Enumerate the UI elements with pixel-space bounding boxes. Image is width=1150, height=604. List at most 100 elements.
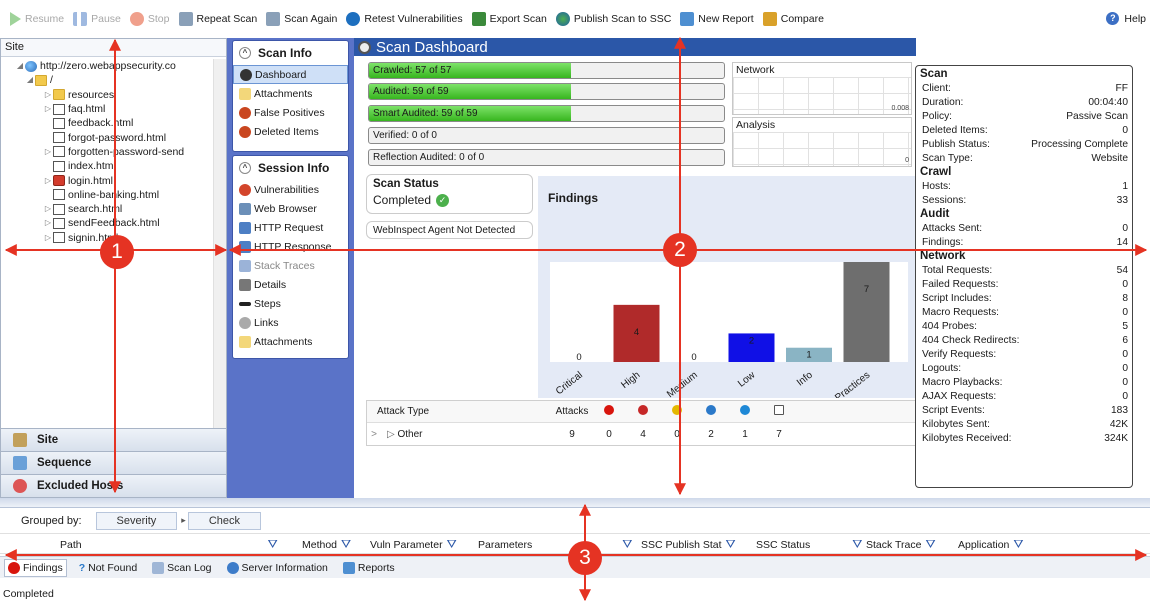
scan-dashboard: Scan Dashboard Crawled: 57 of 57 Audited… [354, 38, 1150, 498]
best-practices-header[interactable] [762, 405, 796, 418]
tree-item[interactable]: ▷ search.html [1, 202, 213, 216]
column-ssc-status[interactable]: SSC Status ⛛ [756, 537, 866, 552]
tab-server-information[interactable]: Server Information [224, 560, 331, 576]
filter-icon[interactable]: ⛛ [852, 537, 862, 552]
attack-type-header[interactable]: Attack Type [367, 406, 552, 417]
chevron-up-icon[interactable]: ^ [239, 47, 251, 59]
tab-scan-log[interactable]: Scan Log [149, 560, 214, 576]
filter-icon[interactable]: ⛛ [447, 537, 457, 552]
column-application[interactable]: Application ⛛ [958, 537, 1048, 552]
tree-item[interactable]: ▷ forgotten-password-send [1, 145, 213, 159]
row-expand-icon[interactable]: > [367, 429, 381, 440]
tab-not-found[interactable]: ? Not Found [76, 560, 140, 576]
tab-excluded-hosts[interactable]: Excluded Hosts [1, 474, 226, 497]
tree-item[interactable]: ◢ / [1, 73, 213, 87]
tree-item[interactable]: forgot-password.html [1, 130, 213, 144]
stat-value: 54 [1116, 265, 1128, 276]
info-icon [740, 405, 750, 415]
column-stack-trace[interactable]: Stack Trace ⛛ [866, 537, 958, 552]
column-method[interactable]: Method ⛛ [300, 537, 370, 552]
tree-item[interactable]: online-banking.html [1, 188, 213, 202]
session-info-header[interactable]: ^ Session Info [233, 156, 348, 180]
nav-links[interactable]: Links [233, 313, 348, 332]
filter-icon[interactable]: ⛛ [622, 537, 632, 552]
column-path[interactable]: Path ⛛ [0, 537, 300, 552]
repeat-scan-button[interactable]: Repeat Scan [178, 12, 257, 26]
tree-item[interactable]: ◢ http://zero.webappsecurity.co [1, 59, 213, 73]
tick-label: High [619, 370, 642, 391]
collapse-icon[interactable]: ▷ [43, 174, 53, 188]
filter-icon[interactable]: ⛛ [1013, 537, 1023, 552]
column-ssc-publish-status[interactable]: SSC Publish Stat ⛛ [641, 537, 756, 552]
info-header[interactable] [728, 405, 762, 418]
collapse-icon[interactable]: ▷ [43, 102, 53, 116]
new-report-button[interactable]: New Report [680, 12, 754, 26]
nav-dashboard[interactable]: Dashboard [233, 65, 348, 84]
tree-item[interactable]: ▷ faq.html [1, 102, 213, 116]
nav-session-attachments[interactable]: Attachments [233, 332, 348, 351]
tree-item[interactable]: ▷ sendFeedback.html [1, 216, 213, 230]
tab-site[interactable]: Site [1, 428, 226, 451]
chevron-up-icon[interactable]: ^ [239, 162, 251, 174]
compare-button[interactable]: Compare [762, 12, 824, 26]
filter-icon[interactable]: ⛛ [341, 537, 351, 552]
nav-attachments[interactable]: Attachments [233, 84, 348, 103]
expand-icon[interactable]: ▷ [387, 429, 397, 440]
collapse-icon[interactable]: ▷ [43, 216, 53, 230]
filter-icon[interactable]: ⛛ [268, 537, 278, 552]
publish-scan-button[interactable]: Publish Scan to SSC [555, 12, 671, 26]
nav-deleted-items[interactable]: Deleted Items [233, 122, 348, 141]
stop-button[interactable]: Stop [129, 12, 170, 26]
nav-web-browser[interactable]: Web Browser [233, 199, 348, 218]
report-icon [680, 12, 695, 26]
nav-http-request[interactable]: HTTP Request [233, 218, 348, 237]
critical-header[interactable] [592, 405, 626, 418]
attacks-header[interactable]: Attacks [552, 406, 592, 417]
nav-steps[interactable]: Steps [233, 294, 348, 313]
column-vuln-parameter[interactable]: Vuln Parameter ⛛ [370, 537, 478, 552]
export-scan-button[interactable]: Export Scan [471, 12, 547, 26]
table-row[interactable]: > ▷ Other 9 0 4 0 2 1 7 [367, 423, 915, 445]
filter-icon[interactable]: ⛛ [726, 537, 736, 552]
high-header[interactable] [626, 405, 660, 418]
tab-reports[interactable]: Reports [340, 560, 398, 576]
pane-splitter[interactable] [0, 498, 1150, 508]
nav-stack-traces[interactable]: Stack Traces [233, 256, 348, 275]
tree-vertical-scrollbar[interactable] [213, 59, 226, 442]
collapse-icon[interactable]: ▷ [43, 88, 53, 102]
low-header[interactable] [694, 405, 728, 418]
group-severity-chip[interactable]: Severity [95, 511, 178, 530]
smart-audited-progress: Smart Audited: 59 of 59 [368, 105, 725, 122]
tab-sequence[interactable]: Sequence [1, 451, 226, 474]
retest-vulnerabilities-button[interactable]: Retest Vulnerabilities [346, 12, 463, 26]
nav-http-response[interactable]: HTTP Response [233, 237, 348, 256]
site-panel-header: Site [1, 39, 226, 57]
findings-chart-panel: Findings 0 Critical 4 High 0 Medium 2 Low 1 Info 7… [538, 176, 916, 398]
tree-item[interactable]: ▷ resources [1, 88, 213, 102]
pause-button[interactable]: Pause [73, 12, 121, 26]
collapse-icon[interactable]: ▷ [43, 145, 53, 159]
tree-item[interactable]: ▷ login.html [1, 173, 213, 187]
medium-header[interactable] [660, 405, 694, 418]
tree-item[interactable]: index.html [1, 159, 213, 173]
collapse-icon[interactable]: ▷ [43, 202, 53, 216]
group-check-chip[interactable]: Check [187, 511, 262, 530]
stat-label: Script Events: [922, 405, 985, 416]
scan-again-button[interactable]: Scan Again [266, 12, 337, 26]
help-button[interactable]: ? Help [1106, 12, 1146, 25]
filter-icon[interactable]: ⛛ [925, 537, 935, 552]
tab-findings[interactable]: Findings [4, 558, 67, 577]
nav-details[interactable]: Details [233, 275, 348, 294]
critical-count: 0 [606, 428, 612, 440]
session-info-section: ^ Session Info Vulnerabilities Web Browse… [232, 155, 349, 359]
resume-button[interactable]: Resume [10, 12, 64, 26]
column-parameters[interactable]: Parameters ⛛ [478, 537, 641, 552]
stat-label: Sessions: [922, 195, 967, 206]
tree-item[interactable]: feedback.html [1, 116, 213, 130]
nav-false-positives[interactable]: False Positives [233, 103, 348, 122]
scan-info-header[interactable]: ^ Scan Info [233, 41, 348, 65]
expand-icon[interactable]: ◢ [15, 59, 25, 73]
nav-vulnerabilities[interactable]: Vulnerabilities [233, 180, 348, 199]
expand-icon[interactable]: ◢ [25, 73, 35, 87]
collapse-icon[interactable]: ▷ [43, 231, 53, 245]
